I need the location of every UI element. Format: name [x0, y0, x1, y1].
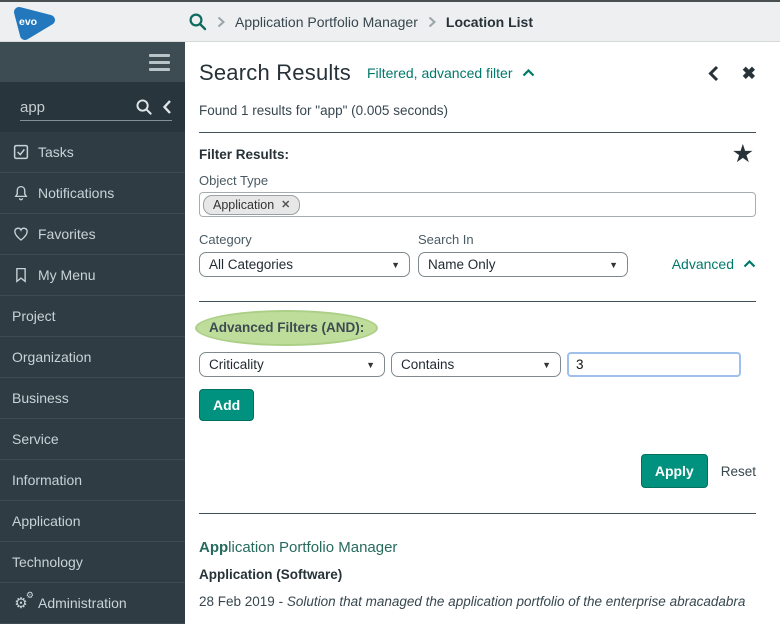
search-in-label: Search In — [418, 232, 474, 247]
advanced-toggle-link[interactable]: Advanced — [672, 256, 756, 277]
sidebar-item-label: Application — [12, 513, 81, 529]
close-icon[interactable]: ✖ — [742, 65, 756, 82]
result-title-rest: lication Portfolio Manager — [228, 539, 398, 556]
result-desc-text: Solution that managed the application po… — [286, 594, 746, 609]
sidebar-search[interactable]: app — [0, 82, 185, 132]
sidebar-item-label: Organization — [12, 349, 92, 365]
sidebar-item-label: Business — [12, 390, 69, 406]
select-arrow-icon: ▼ — [366, 359, 375, 370]
sidebar-item-information[interactable]: Information — [0, 460, 185, 501]
sidebar-item-label: Information — [12, 472, 83, 488]
sidebar-item-label: Notifications — [38, 185, 115, 201]
back-chevron-icon[interactable] — [708, 65, 719, 82]
main-panel: Search Results Filtered, advanced filter… — [185, 42, 780, 624]
result-date: 28 Feb 2019 — [199, 594, 275, 609]
sidebar-item-application[interactable]: Application — [0, 501, 185, 542]
divider — [199, 132, 756, 133]
chevron-left-icon[interactable] — [162, 99, 172, 115]
tag-remove-icon[interactable]: ✕ — [281, 198, 290, 211]
filter-operator-select[interactable]: Contains ▼ — [391, 352, 561, 377]
sidebar-item-label: Administration — [38, 595, 127, 611]
search-in-select[interactable]: Name Only ▼ — [418, 252, 628, 277]
sidebar-item-business[interactable]: Business — [0, 378, 185, 419]
sidebar-item-organization[interactable]: Organization — [0, 337, 185, 378]
top-bar: evo Application Portfolio Manager Locati… — [0, 2, 780, 42]
object-type-label: Object Type — [199, 173, 269, 188]
sidebar-item-tasks[interactable]: Tasks — [0, 132, 185, 173]
breadcrumb: Application Portfolio Manager Location L… — [188, 12, 533, 31]
result-type: Application (Software) — [199, 567, 343, 582]
sidebar-item-label: Favorites — [38, 226, 96, 242]
page-title: Search Results — [199, 60, 351, 85]
breadcrumb-item-current: Location List — [445, 13, 534, 30]
logo-text: evo — [19, 15, 38, 28]
results-count-text: Found 1 results for "app" (0.005 seconds… — [199, 103, 448, 118]
tasks-checkbox-icon — [12, 143, 30, 161]
breadcrumb-item[interactable]: Application Portfolio Manager — [235, 14, 418, 30]
sidebar-item-label: Project — [12, 308, 56, 324]
object-type-input[interactable]: Application ✕ — [199, 192, 756, 217]
sidebar-item-label: Tasks — [38, 144, 74, 160]
divider — [199, 513, 756, 514]
tag-label: Application — [213, 197, 275, 212]
sidebar-item-label: Technology — [12, 554, 83, 570]
sidebar-item-notifications[interactable]: Notifications — [0, 173, 185, 214]
chevron-up-icon — [743, 260, 756, 268]
chevron-right-icon — [428, 16, 436, 27]
select-arrow-icon: ▼ — [391, 259, 400, 270]
result-description: 28 Feb 2019 - Solution that managed the … — [199, 594, 746, 609]
sidebar-item-service[interactable]: Service — [0, 419, 185, 460]
select-arrow-icon: ▼ — [542, 359, 551, 370]
sidebar-search-input[interactable]: app — [20, 99, 135, 116]
bell-icon — [12, 184, 30, 202]
gears-icon: ⚙ ⚙ — [14, 590, 34, 612]
sidebar-item-favorites[interactable]: Favorites — [0, 214, 185, 255]
add-button[interactable]: Add — [199, 389, 255, 421]
search-result-item: Application Portfolio Manager Applicatio… — [199, 539, 756, 609]
result-title-match: App — [199, 539, 229, 556]
select-arrow-icon: ▼ — [609, 259, 618, 270]
reset-link[interactable]: Reset — [721, 464, 756, 479]
evo-logo[interactable]: evo — [8, 3, 66, 41]
favorite-star-icon[interactable]: ★ — [732, 142, 754, 167]
sidebar: app Tasks Notifications Favorites My Men… — [0, 42, 185, 624]
object-type-tag: Application ✕ — [203, 194, 301, 215]
sidebar-menu: Tasks Notifications Favorites My Menu Pr… — [0, 132, 185, 624]
search-underline — [20, 120, 172, 121]
heart-icon — [12, 225, 30, 243]
sidebar-item-technology[interactable]: Technology — [0, 542, 185, 583]
bookmark-icon — [12, 266, 30, 284]
filter-results-heading: Filter Results: — [199, 147, 290, 162]
sidebar-item-my-menu[interactable]: My Menu — [0, 255, 185, 296]
apply-button[interactable]: Apply — [640, 454, 708, 488]
category-select[interactable]: All Categories ▼ — [199, 252, 410, 277]
result-title-link[interactable]: Application Portfolio Manager — [199, 539, 756, 556]
filter-field-select[interactable]: Criticality ▼ — [199, 352, 385, 377]
sidebar-item-project[interactable]: Project — [0, 296, 185, 337]
filter-state-link[interactable]: Filtered, advanced filter — [367, 65, 535, 81]
sidebar-item-label: Service — [12, 431, 59, 447]
sidebar-item-label: My Menu — [38, 267, 96, 283]
advanced-filters-heading: Advanced Filters (AND): — [209, 320, 365, 335]
chevron-up-icon — [522, 69, 534, 77]
menu-toggle-icon[interactable] — [149, 53, 170, 71]
sidebar-header — [0, 42, 185, 83]
search-icon[interactable] — [135, 98, 153, 116]
divider — [199, 301, 756, 302]
filter-value-input[interactable] — [567, 352, 741, 377]
chevron-right-icon — [217, 16, 225, 27]
search-icon[interactable] — [188, 12, 207, 31]
category-label: Category — [199, 232, 252, 247]
sidebar-item-administration[interactable]: ⚙ ⚙ Administration — [0, 583, 185, 624]
